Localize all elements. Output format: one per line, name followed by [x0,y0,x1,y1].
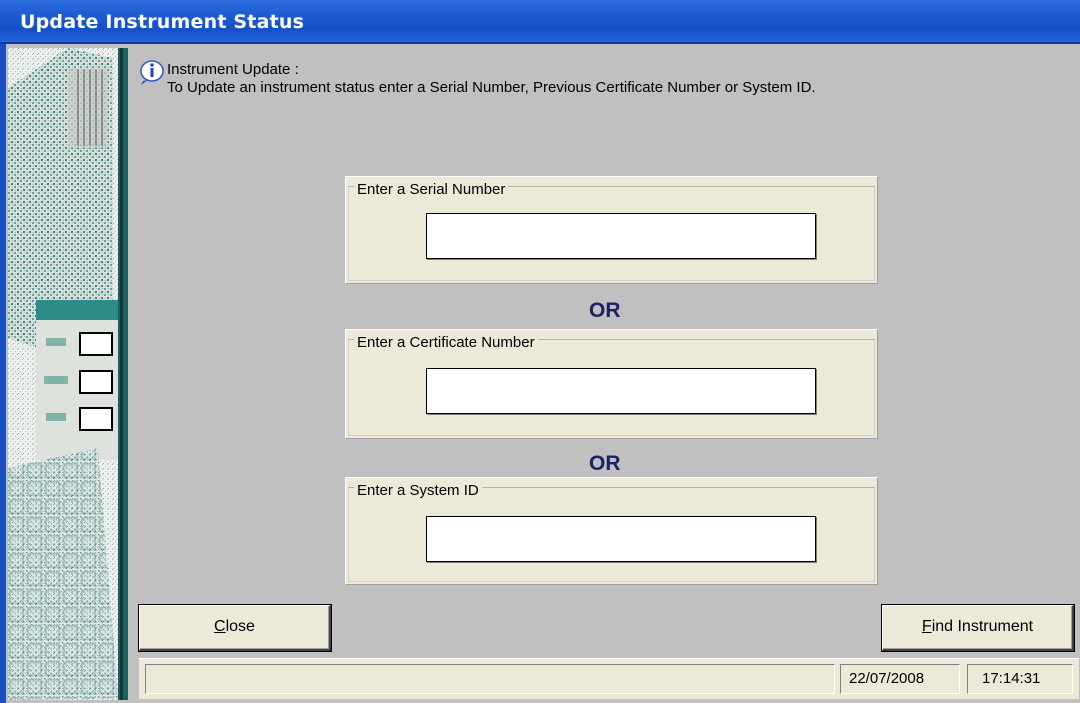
status-date: 22/07/2008 [840,664,960,694]
serial-number-label: Enter a Serial Number [354,181,509,198]
serial-number-input[interactable] [426,213,816,259]
system-id-input[interactable] [426,516,816,562]
system-id-label: Enter a System ID [354,482,482,499]
certificate-number-group: Enter a Certificate Number [345,329,878,439]
status-time: 17:14:31 [967,664,1073,694]
window-left-border [0,44,6,703]
status-message [145,664,835,694]
certificate-number-input[interactable] [426,368,816,414]
close-button[interactable]: Close [139,605,331,651]
find-accelerator: F [921,618,932,635]
certificate-number-label: Enter a Certificate Number [354,334,538,351]
status-bar: 22/07/2008 17:14:31 [139,658,1079,699]
system-id-group: Enter a System ID [345,477,878,585]
serial-number-group: Enter a Serial Number [345,176,878,284]
title-bar[interactable]: Update Instrument Status [0,0,1080,44]
instrument-illustration [8,48,128,700]
close-accelerator: C [214,618,226,635]
or-separator-2: OR [589,452,621,475]
find-button-label: Find Instrument [922,606,1033,648]
find-label-rest: ind Instrument [931,618,1034,635]
window-title: Update Instrument Status [20,11,305,33]
close-button-label: Close [214,606,255,648]
or-separator-1: OR [589,299,621,322]
close-label-rest: lose [225,618,255,635]
info-icon [140,60,164,85]
update-instrument-window: Update Instrument Status Instrument Upda… [0,0,1080,703]
info-title: Instrument Update : [167,61,299,78]
find-instrument-button[interactable]: Find Instrument [882,605,1074,651]
info-description: To Update an instrument status enter a S… [167,79,816,96]
